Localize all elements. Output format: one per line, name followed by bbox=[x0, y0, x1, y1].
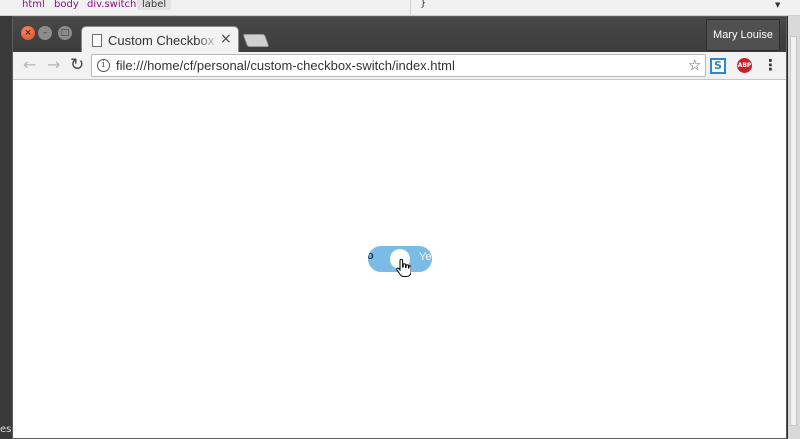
reload-icon[interactable]: ↻ bbox=[70, 56, 84, 74]
tab-close-icon[interactable]: × bbox=[220, 31, 232, 47]
browser-toolbar: ← → ↻ i file:///home/cf/personal/custom-… bbox=[13, 52, 786, 80]
address-bar[interactable]: i file:///home/cf/personal/custom-checkb… bbox=[91, 54, 706, 77]
info-icon[interactable]: i bbox=[97, 59, 110, 72]
title-bar[interactable]: × – □ Custom Checkbox Switch × Mary Loui… bbox=[13, 17, 786, 53]
devtools-crumb-div-switch[interactable]: div.switch bbox=[87, 0, 136, 10]
devtools-crumb-html[interactable]: html bbox=[22, 0, 45, 10]
new-tab-button[interactable] bbox=[242, 34, 270, 47]
window-minimize-button[interactable]: – bbox=[38, 26, 52, 40]
devtools-crumb-label[interactable]: label bbox=[137, 0, 172, 10]
bookmark-star-icon[interactable]: ☆ bbox=[688, 56, 701, 74]
hand-pointer-cursor-icon bbox=[396, 259, 411, 277]
switch-off-label: o bbox=[368, 250, 374, 262]
window-close-button[interactable]: × bbox=[21, 26, 35, 40]
window-maximize-button[interactable]: □ bbox=[58, 26, 72, 40]
extension-s-icon[interactable]: S bbox=[710, 58, 726, 74]
devtools-scroll-down-icon[interactable]: ▼ bbox=[775, 1, 780, 9]
devtools-styles-brace: } bbox=[420, 0, 427, 9]
tab-title-fade bbox=[196, 31, 220, 51]
browser-window: × – □ Custom Checkbox Switch × Mary Loui… bbox=[12, 16, 787, 439]
page-viewport: o Ye bbox=[13, 81, 786, 438]
background-edge-text: es bbox=[0, 424, 12, 435]
background-left-edge bbox=[0, 16, 12, 439]
background-scrollbar[interactable] bbox=[788, 16, 800, 439]
url-text[interactable]: file:///home/cf/personal/custom-checkbox… bbox=[116, 58, 455, 73]
document-icon bbox=[92, 34, 102, 47]
forward-arrow-icon[interactable]: → bbox=[47, 56, 60, 74]
profile-button[interactable]: Mary Louise bbox=[706, 19, 780, 51]
switch-on-label: Ye bbox=[419, 251, 432, 263]
devtools-divider bbox=[410, 0, 411, 16]
menu-dots-icon[interactable]: ⋮ bbox=[763, 57, 778, 73]
tab-active[interactable]: Custom Checkbox Switch × bbox=[81, 26, 239, 53]
adblock-plus-icon[interactable]: ABP bbox=[737, 58, 752, 73]
back-arrow-icon[interactable]: ← bbox=[23, 56, 36, 74]
devtools-crumb-body[interactable]: body bbox=[54, 0, 79, 10]
devtools-breadcrumb-bar: html body div.switch label } ▼ bbox=[0, 0, 800, 16]
background-scrollbar-thumb[interactable] bbox=[790, 36, 797, 426]
